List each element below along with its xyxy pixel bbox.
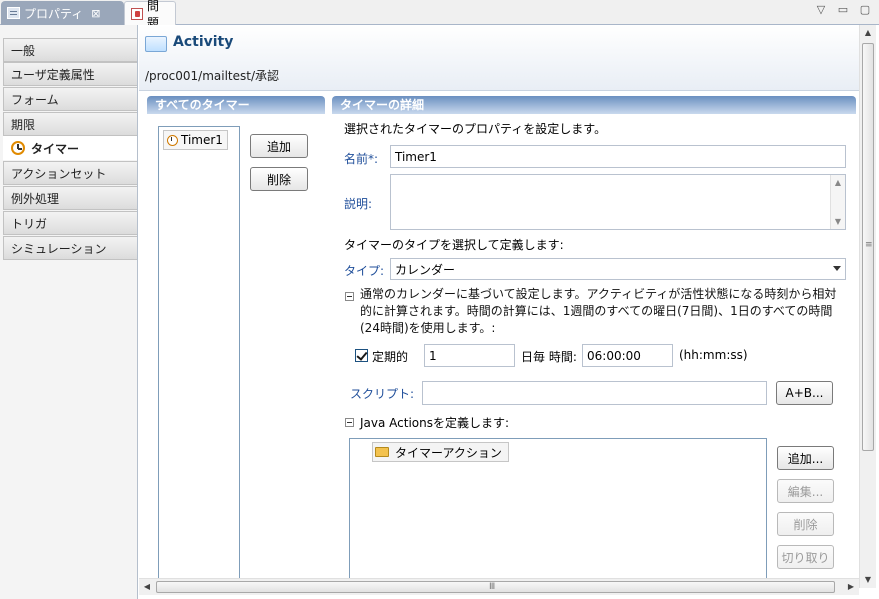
sidebar-item-deadline[interactable]: 期限 <box>3 112 137 136</box>
view-tab-bar: プロパティ ⊠ 問題 ▽ ▭ ▢ <box>0 0 879 30</box>
chevron-down-icon <box>833 266 841 271</box>
sidebar-item-label: 一般 <box>11 43 36 58</box>
properties-sidebar: 一般 ユーザ定義属性 フォーム 期限 タイマー アクションセット 例外処理 トリ… <box>0 25 138 599</box>
sidebar-item-label: アクションセット <box>11 166 107 181</box>
script-editor-button[interactable]: A+B... <box>776 381 833 405</box>
sidebar-item-label: ユーザ定義属性 <box>11 67 95 82</box>
name-label: 名前*: <box>344 152 379 166</box>
description-field[interactable]: ▲ ▼ <box>390 174 846 230</box>
timer-name: Timer1 <box>181 133 223 147</box>
clock-icon <box>11 141 25 155</box>
scroll-down-icon[interactable]: ▼ <box>860 572 876 588</box>
script-input[interactable] <box>422 381 767 405</box>
all-timers-header: すべてのタイマー <box>147 96 325 114</box>
tab-properties[interactable]: プロパティ ⊠ <box>1 1 124 25</box>
sidebar-item-label: 期限 <box>11 117 36 132</box>
scroll-left-icon[interactable]: ◀ <box>139 579 155 595</box>
main-horizontal-scrollbar[interactable]: ◀ Ⅲ ▶ <box>139 578 859 595</box>
list-item[interactable]: タイマーアクション <box>372 442 509 462</box>
grip-icon: ≡ <box>865 240 873 250</box>
name-field[interactable]: Timer1 <box>390 145 846 168</box>
calendar-description: 通常のカレンダーに基づいて設定します。アクティビティが活性状態になる時刻から相対… <box>360 287 837 335</box>
details-intro: 選択されたタイマーのプロパティを設定します。 <box>344 122 607 136</box>
delete-timer-button[interactable]: 削除 <box>250 167 308 191</box>
clock-icon <box>167 134 178 146</box>
scroll-right-icon[interactable]: ▶ <box>843 579 859 595</box>
description-label: 説明: <box>344 197 373 211</box>
delete-action-button[interactable]: 削除 <box>777 512 834 536</box>
sidebar-item-simulation[interactable]: シミュレーション <box>3 236 137 260</box>
minimize-icon[interactable]: ▭ <box>837 3 849 16</box>
collapse-calendar-icon[interactable] <box>345 292 354 301</box>
cut-action-button[interactable]: 切り取り <box>777 545 834 569</box>
problems-icon <box>131 7 144 20</box>
activity-icon <box>145 36 167 52</box>
view-menu-icon[interactable]: ▽ <box>815 3 827 16</box>
sidebar-item-timer[interactable]: タイマー <box>3 136 137 160</box>
every-day-label: 日毎 時間: <box>521 350 577 364</box>
type-label: タイプ: <box>344 264 385 278</box>
sidebar-item-label: 例外処理 <box>11 191 60 206</box>
folder-icon <box>375 447 389 457</box>
java-actions-label: Java Actionsを定義します: <box>360 416 510 430</box>
close-tab-icon[interactable]: ⊠ <box>91 7 100 20</box>
action-name: タイマーアクション <box>395 445 502 460</box>
sidebar-item-label: トリガ <box>11 216 48 231</box>
periodic-checkbox[interactable] <box>355 349 368 362</box>
time-value: 06:00:00 <box>587 348 641 363</box>
timer-details-header: タイマーの詳細 <box>332 96 856 114</box>
period-input[interactable]: 1 <box>424 344 515 367</box>
name-value: Timer1 <box>395 149 437 164</box>
sidebar-item-label: タイマー <box>31 141 80 156</box>
sidebar-item-label: フォーム <box>11 92 59 107</box>
time-format-label: (hh:mm:ss) <box>679 348 748 362</box>
main-vertical-scrollbar[interactable]: ▲ ≡ ▼ <box>859 25 876 588</box>
scroll-down-icon[interactable]: ▼ <box>831 217 845 226</box>
vertical-scroll-thumb[interactable]: ≡ <box>862 43 874 451</box>
timer-type-value: カレンダー <box>395 262 456 277</box>
properties-header: Activity /proc001/mailtest/承認 <box>139 25 859 91</box>
tab-problems[interactable]: 問題 <box>124 0 176 30</box>
list-item[interactable]: Timer1 <box>163 130 228 150</box>
scroll-up-icon[interactable]: ▲ <box>860 25 876 41</box>
time-input[interactable]: 06:00:00 <box>582 344 673 367</box>
edit-action-button[interactable]: 編集... <box>777 479 834 503</box>
sidebar-item-exception[interactable]: 例外処理 <box>3 186 137 210</box>
horizontal-scroll-thumb[interactable]: Ⅲ <box>156 581 835 593</box>
sidebar-item-user-attributes[interactable]: ユーザ定義属性 <box>3 62 137 86</box>
sidebar-item-trigger[interactable]: トリガ <box>3 211 137 235</box>
timer-type-prompt: タイマーのタイプを選択して定義します: <box>344 238 564 252</box>
timer-type-select[interactable]: カレンダー <box>390 258 846 280</box>
periodic-label: 定期的 <box>372 350 409 364</box>
description-scrollbar[interactable]: ▲ ▼ <box>830 175 845 229</box>
page-title: Activity <box>173 34 234 50</box>
period-value: 1 <box>429 348 437 363</box>
window-controls: ▽ ▭ ▢ <box>815 3 871 16</box>
properties-icon <box>7 7 20 19</box>
script-label: スクリプト: <box>350 387 415 401</box>
add-timer-button[interactable]: 追加 <box>250 134 308 158</box>
tab-properties-label: プロパティ <box>24 6 84 21</box>
breadcrumb: /proc001/mailtest/承認 <box>145 69 280 83</box>
sidebar-item-general[interactable]: 一般 <box>3 38 137 62</box>
java-actions-tree[interactable]: タイマーアクション <box>349 438 767 588</box>
sidebar-item-label: シミュレーション <box>11 241 107 256</box>
grip-icon: Ⅲ <box>489 582 496 592</box>
sidebar-item-action-set[interactable]: アクションセット <box>3 161 137 185</box>
scroll-up-icon[interactable]: ▲ <box>831 175 845 187</box>
add-action-button[interactable]: 追加... <box>777 446 834 470</box>
maximize-icon[interactable]: ▢ <box>859 3 871 16</box>
timer-list[interactable]: Timer1 <box>158 126 240 586</box>
collapse-java-actions-icon[interactable] <box>345 418 354 427</box>
sidebar-item-form[interactable]: フォーム <box>3 87 137 111</box>
